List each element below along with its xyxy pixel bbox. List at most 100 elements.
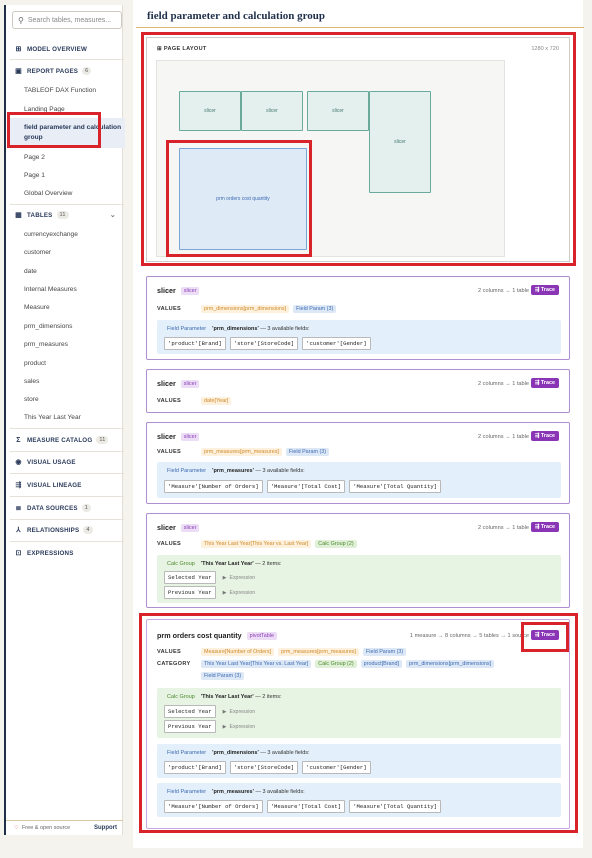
highlight-box [166, 140, 312, 257]
nav-measure-catalog[interactable]: Σ MEASURE CATALOG 11 [14, 436, 122, 444]
nav-data-sources[interactable]: ≣ DATA SOURCES 1 [14, 504, 122, 512]
nav-expressions[interactable]: ⊡ EXPRESSIONS [14, 549, 122, 558]
row-label: VALUES [157, 306, 182, 312]
sidebar-page-item[interactable]: Page 2 [24, 153, 124, 163]
panel-desc: — 3 available fields: [260, 326, 310, 332]
nav-label: EXPRESSIONS [27, 549, 74, 557]
grid-icon: ⊞ [15, 46, 22, 53]
expression-label: Expression [229, 589, 256, 596]
sidebar-table-item[interactable]: store [24, 395, 124, 405]
panel-header: Field Parameter 'prm_measures' — 3 availa… [167, 468, 305, 474]
sidebar-table-item[interactable]: Internal Measures [24, 285, 124, 295]
support-link[interactable]: Support [94, 825, 117, 831]
trace-label: Trace [540, 287, 555, 293]
nav-label: REPORT PAGES [27, 67, 79, 75]
visual-type-tag: slicer [180, 286, 200, 295]
sidebar-page-item[interactable]: Global Overview [24, 189, 124, 199]
chevron-down-icon[interactable]: ⌄ [110, 211, 116, 219]
visual-meta: 2 columns → 1 table [478, 434, 529, 440]
panel-name: 'prm_measures' [212, 468, 254, 474]
count-badge: 11 [96, 436, 109, 444]
panel-kind: Field Parameter [167, 326, 207, 332]
code-icon: ⊡ [15, 550, 22, 557]
visual-header: slicer slicer [157, 379, 200, 388]
field-code: 'product'[Brand] [164, 337, 226, 350]
divider [10, 428, 124, 429]
field-param-tag: Field Param (3) [293, 305, 337, 313]
count-badge: 4 [83, 526, 93, 534]
field-pill[interactable]: date[Year] [201, 397, 232, 405]
sidebar-table-item[interactable]: currencyexchange [24, 230, 124, 240]
calc-item-code: Selected Year [164, 571, 216, 584]
calc-item[interactable]: Selected Year ▶ Expression [164, 571, 255, 584]
title-underline [136, 27, 584, 28]
nav-tables[interactable]: ▦ TABLES 11 ⌄ [14, 211, 122, 219]
trace-icon: ⇶ [534, 287, 540, 293]
relationship-icon: ⅄ [16, 527, 21, 534]
app-root: ⚲ Search tables, measures... ⊞ MODEL OVE… [0, 0, 592, 858]
sidebar-table-item[interactable]: customer [24, 248, 124, 258]
panel-kind: Field Parameter [167, 468, 207, 474]
calc-item[interactable]: Previous Year ▶ Expression [164, 586, 255, 599]
panel-name: 'prm_dimensions' [212, 326, 259, 332]
count-badge: 6 [82, 67, 92, 75]
calc-item-code: Previous Year [164, 586, 216, 599]
nav-visual-lineage[interactable]: ⇶ VISUAL LINEAGE [14, 481, 122, 490]
highlight-box [139, 613, 578, 833]
visual-type-tag: slicer [180, 523, 200, 532]
trace-button[interactable]: ⇶ Trace [530, 522, 559, 532]
visual-card: slicer slicer 2 columns → 1 table ⇶ Trace… [146, 276, 570, 360]
field-pill[interactable]: This Year Last Year[This Year vs. Last Y… [201, 540, 312, 548]
count-badge: 1 [81, 504, 92, 512]
row-label: VALUES [157, 541, 182, 547]
trace-button[interactable]: ⇶ Trace [530, 431, 559, 441]
search-box[interactable]: ⚲ Search tables, measures... [12, 11, 122, 29]
nav-model-overview[interactable]: ⊞ MODEL OVERVIEW [14, 45, 122, 54]
field-code: 'Measure'[Total Cost] [266, 480, 346, 493]
trace-button[interactable]: ⇶ Trace [530, 285, 559, 295]
table-icon: ▦ [15, 212, 22, 219]
field-code: 'Measure'[Number of Orders] [164, 480, 263, 493]
visual-header: slicer slicer [157, 286, 200, 295]
nav-label: DATA SOURCES [27, 504, 78, 512]
field-pill[interactable]: prm_dimensions[prm_dimensions] [201, 305, 290, 313]
sidebar-table-item[interactable]: product [24, 359, 124, 369]
trace-button[interactable]: ⇶ Trace [530, 378, 559, 388]
visual-name: slicer [157, 286, 176, 295]
field-code: 'store'[StoreCode] [229, 337, 299, 350]
sidebar-table-item[interactable]: prm_measures [24, 340, 124, 350]
sidebar-table-item[interactable]: sales [24, 377, 124, 387]
triangle-right-icon: ▶ [222, 589, 227, 596]
divider [10, 204, 124, 205]
sidebar-table-item[interactable]: prm_dimensions [24, 322, 124, 332]
field-parameter-panel: Field Parameter 'prm_measures' — 3 availa… [157, 462, 561, 498]
nav-visual-usage[interactable]: ◉ VISUAL USAGE [14, 458, 122, 467]
highlight-box [7, 112, 101, 148]
search-input[interactable]: Search tables, measures... [28, 17, 111, 24]
nav-label: VISUAL LINEAGE [27, 481, 82, 489]
divider [10, 496, 124, 497]
sidebar-page-item[interactable]: Page 1 [24, 171, 124, 181]
row-label: VALUES [157, 398, 182, 404]
sidebar-table-item[interactable]: date [24, 267, 124, 277]
nav-report-pages[interactable]: ▣ REPORT PAGES 6 [14, 67, 122, 75]
divider [10, 59, 124, 60]
calc-group-panel: Calc Group 'This Year Last Year' — 2 item… [157, 555, 561, 603]
page-title: field parameter and calculation group [147, 10, 326, 22]
panel-desc: — 3 available fields: [255, 468, 305, 474]
field-parameter-panel: Field Parameter 'prm_dimensions' — 3 avai… [157, 320, 561, 354]
pages-icon: ▣ [15, 68, 22, 75]
sidebar-table-item[interactable]: Measure [24, 303, 124, 313]
sidebar-page-item[interactable]: TABLEOF DAX Function [24, 86, 124, 96]
sidebar-table-item[interactable]: This Year Last Year [24, 413, 124, 423]
visual-name: slicer [157, 523, 176, 532]
visual-header: slicer slicer [157, 523, 200, 532]
nav-label: TABLES [27, 211, 53, 219]
visual-meta: 2 columns → 1 table [478, 288, 529, 294]
divider [10, 519, 124, 520]
divider [10, 473, 124, 474]
field-code: 'Measure'[Total Quantity] [349, 480, 442, 493]
field-pill[interactable]: prm_measures[prm_measures] [201, 448, 282, 456]
nav-relationships[interactable]: ⅄ RELATIONSHIPS 4 [14, 526, 122, 534]
field-list: 'Measure'[Number of Orders] 'Measure'[To… [164, 480, 445, 493]
